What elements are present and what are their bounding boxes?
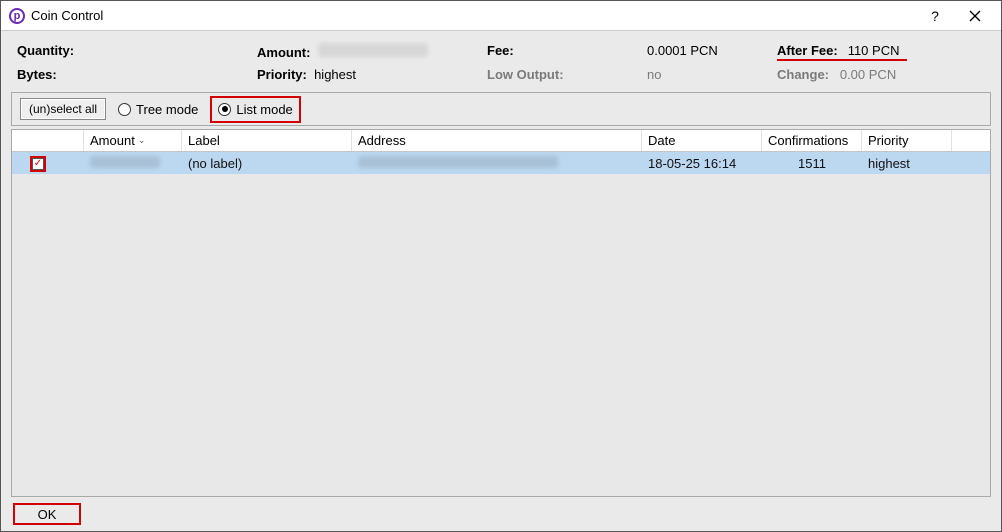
after-fee-value: 110 PCN [848,43,900,58]
col-label[interactable]: Label [182,130,352,151]
row-checkbox[interactable]: ✓ [32,158,44,170]
row-priority: highest [862,156,952,171]
tree-mode-radio[interactable]: Tree mode [118,102,198,117]
col-date[interactable]: Date [642,130,762,151]
priority-label: Priority: [257,67,307,82]
row-confirmations: 1511 [762,156,862,171]
sort-caret-icon: ⌄ [138,135,146,146]
quantity-label: Quantity: [17,43,257,61]
row-amount-hidden [90,156,160,168]
col-priority[interactable]: Priority [862,130,952,151]
toolbar: (un)select all Tree mode List mode [11,92,991,126]
table-header: Amount ⌄ Label Address Date Confirmation… [12,130,990,152]
table-row[interactable]: ✓ (no label) 18-05-25 16:14 1511 highest [12,152,990,174]
row-address-hidden [358,156,558,168]
row-checkbox-highlight: ✓ [30,156,46,172]
coin-table: Amount ⌄ Label Address Date Confirmation… [11,129,991,497]
priority-value: highest [314,67,356,82]
row-date: 18-05-25 16:14 [642,156,762,171]
help-button[interactable]: ? [915,1,955,31]
list-mode-label: List mode [236,102,292,117]
unselect-all-button[interactable]: (un)select all [20,98,106,120]
amount-value-hidden [318,43,428,57]
amount-label: Amount: [257,45,310,60]
window-title: Coin Control [31,8,103,23]
col-amount[interactable]: Amount ⌄ [84,130,182,151]
col-address[interactable]: Address [352,130,642,151]
bytes-label: Bytes: [17,67,257,82]
fee-label: Fee: [487,43,514,58]
stats-grid: Quantity: Amount: Fee: 0.0001 PCN After … [9,39,993,92]
app-icon: p [9,8,25,24]
tree-mode-label: Tree mode [136,102,198,117]
col-confirmations[interactable]: Confirmations [762,130,862,151]
col-checkbox[interactable] [12,130,84,151]
close-button[interactable] [955,1,995,31]
low-output-value: no [647,67,777,82]
change-value: 0.00 PCN [840,67,896,82]
fee-value: 0.0001 PCN [647,43,777,61]
after-fee-highlight [777,59,907,61]
list-mode-radio[interactable]: List mode [210,96,300,123]
titlebar: p Coin Control ? [1,1,1001,31]
row-label: (no label) [182,156,352,171]
change-label: Change: [777,67,829,82]
low-output-label: Low Output: [487,67,647,82]
after-fee-label: After Fee: [777,43,838,58]
ok-button[interactable]: OK [13,503,81,525]
